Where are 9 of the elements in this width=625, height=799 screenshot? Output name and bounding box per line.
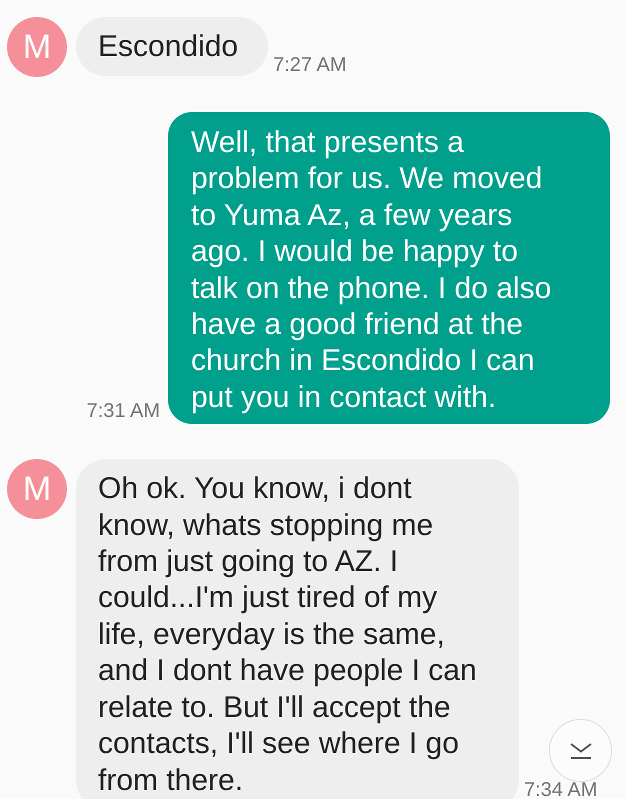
contact-avatar: M xyxy=(7,459,67,520)
message-bubble: Escondido xyxy=(76,17,268,76)
contact-avatar: M xyxy=(7,17,67,77)
message-bubble: Well, that presents a problem for us. We moved to Yuma Az, a few years ago. I would be happy to talk on the phone. I do also have a good friend at the church in Escondido I can put you in contact with. xyxy=(168,112,610,424)
message-bubble: Oh ok. You know, i dont know, whats stopping me from just going to AZ. I could...I'm just tired of my life, everyday is the same, and I dont have people I can relate to. But I'll accept the contacts, I'll see where I go from there. xyxy=(76,459,519,799)
message-time: 7:27 AM xyxy=(273,56,346,74)
message-time: 7:31 AM xyxy=(86,402,160,420)
message-time: 7:34 AM xyxy=(524,781,598,799)
chevron-down-line-icon xyxy=(568,742,592,758)
